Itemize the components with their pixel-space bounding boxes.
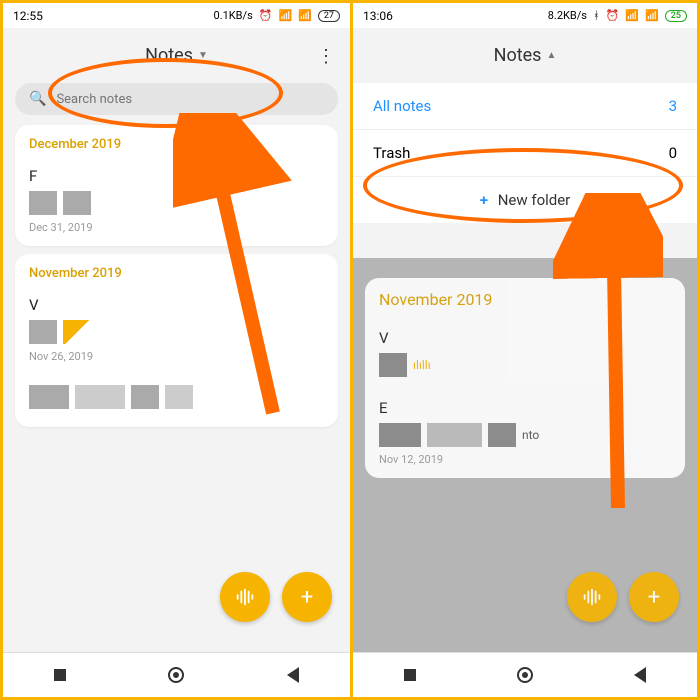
battery-icon: 27 <box>318 10 340 22</box>
wifi-icon: 📶 <box>298 9 312 22</box>
thumbnail <box>427 423 482 447</box>
back-button[interactable] <box>287 667 299 683</box>
thumbnail <box>75 385 125 409</box>
wifi-icon: 📶 <box>645 9 659 22</box>
thumbnail <box>379 423 421 447</box>
status-icons: 0.1KB/s ⏰ 📶 📶 27 <box>211 9 340 22</box>
recents-button[interactable] <box>404 669 416 681</box>
annotation-arrow <box>553 193 663 523</box>
thumbnail <box>63 191 91 215</box>
alarm-icon: ⏰ <box>259 9 273 22</box>
battery-icon: 25 <box>665 10 687 22</box>
folder-item-all[interactable]: All notes 3 <box>353 83 697 129</box>
thumbnail <box>63 320 91 344</box>
signal-icon: 📶 <box>278 9 292 22</box>
status-icons: 8.2KB/s ᚼ ⏰ 📶 📶 25 <box>545 9 687 22</box>
clock: 12:55 <box>13 9 43 23</box>
signal-icon: 📶 <box>625 9 639 22</box>
thumbnail <box>29 320 57 344</box>
page-title: Notes <box>494 45 542 66</box>
title-bar[interactable]: Notes ▲ <box>353 28 697 83</box>
more-icon[interactable]: ⋮ <box>317 46 335 67</box>
alarm-icon: ⏰ <box>606 9 620 22</box>
back-button[interactable] <box>634 667 646 683</box>
add-note-button[interactable]: + <box>282 572 332 622</box>
audio-wave-icon: ılıllı <box>413 358 431 372</box>
status-bar: 13:06 8.2KB/s ᚼ ⏰ 📶 📶 25 <box>353 3 697 28</box>
thumbnail <box>29 385 69 409</box>
android-nav-bar <box>3 652 350 697</box>
thumbnail <box>29 191 57 215</box>
annotation-arrow <box>173 113 293 433</box>
thumbnail <box>131 385 159 409</box>
bluetooth-icon: ᚼ <box>593 9 600 22</box>
chevron-up-icon: ▲ <box>546 50 556 61</box>
android-nav-bar <box>353 652 697 697</box>
recents-button[interactable] <box>54 669 66 681</box>
voice-note-button[interactable] <box>567 572 617 622</box>
clock: 13:06 <box>363 9 393 23</box>
status-bar: 12:55 0.1KB/s ⏰ 📶 📶 27 <box>3 3 350 28</box>
home-button[interactable] <box>168 667 184 683</box>
add-note-button[interactable]: + <box>629 572 679 622</box>
thumbnail <box>488 423 516 447</box>
thumbnail <box>379 353 407 377</box>
voice-note-button[interactable] <box>220 572 270 622</box>
home-button[interactable] <box>517 667 533 683</box>
search-icon: 🔍 <box>29 91 46 107</box>
